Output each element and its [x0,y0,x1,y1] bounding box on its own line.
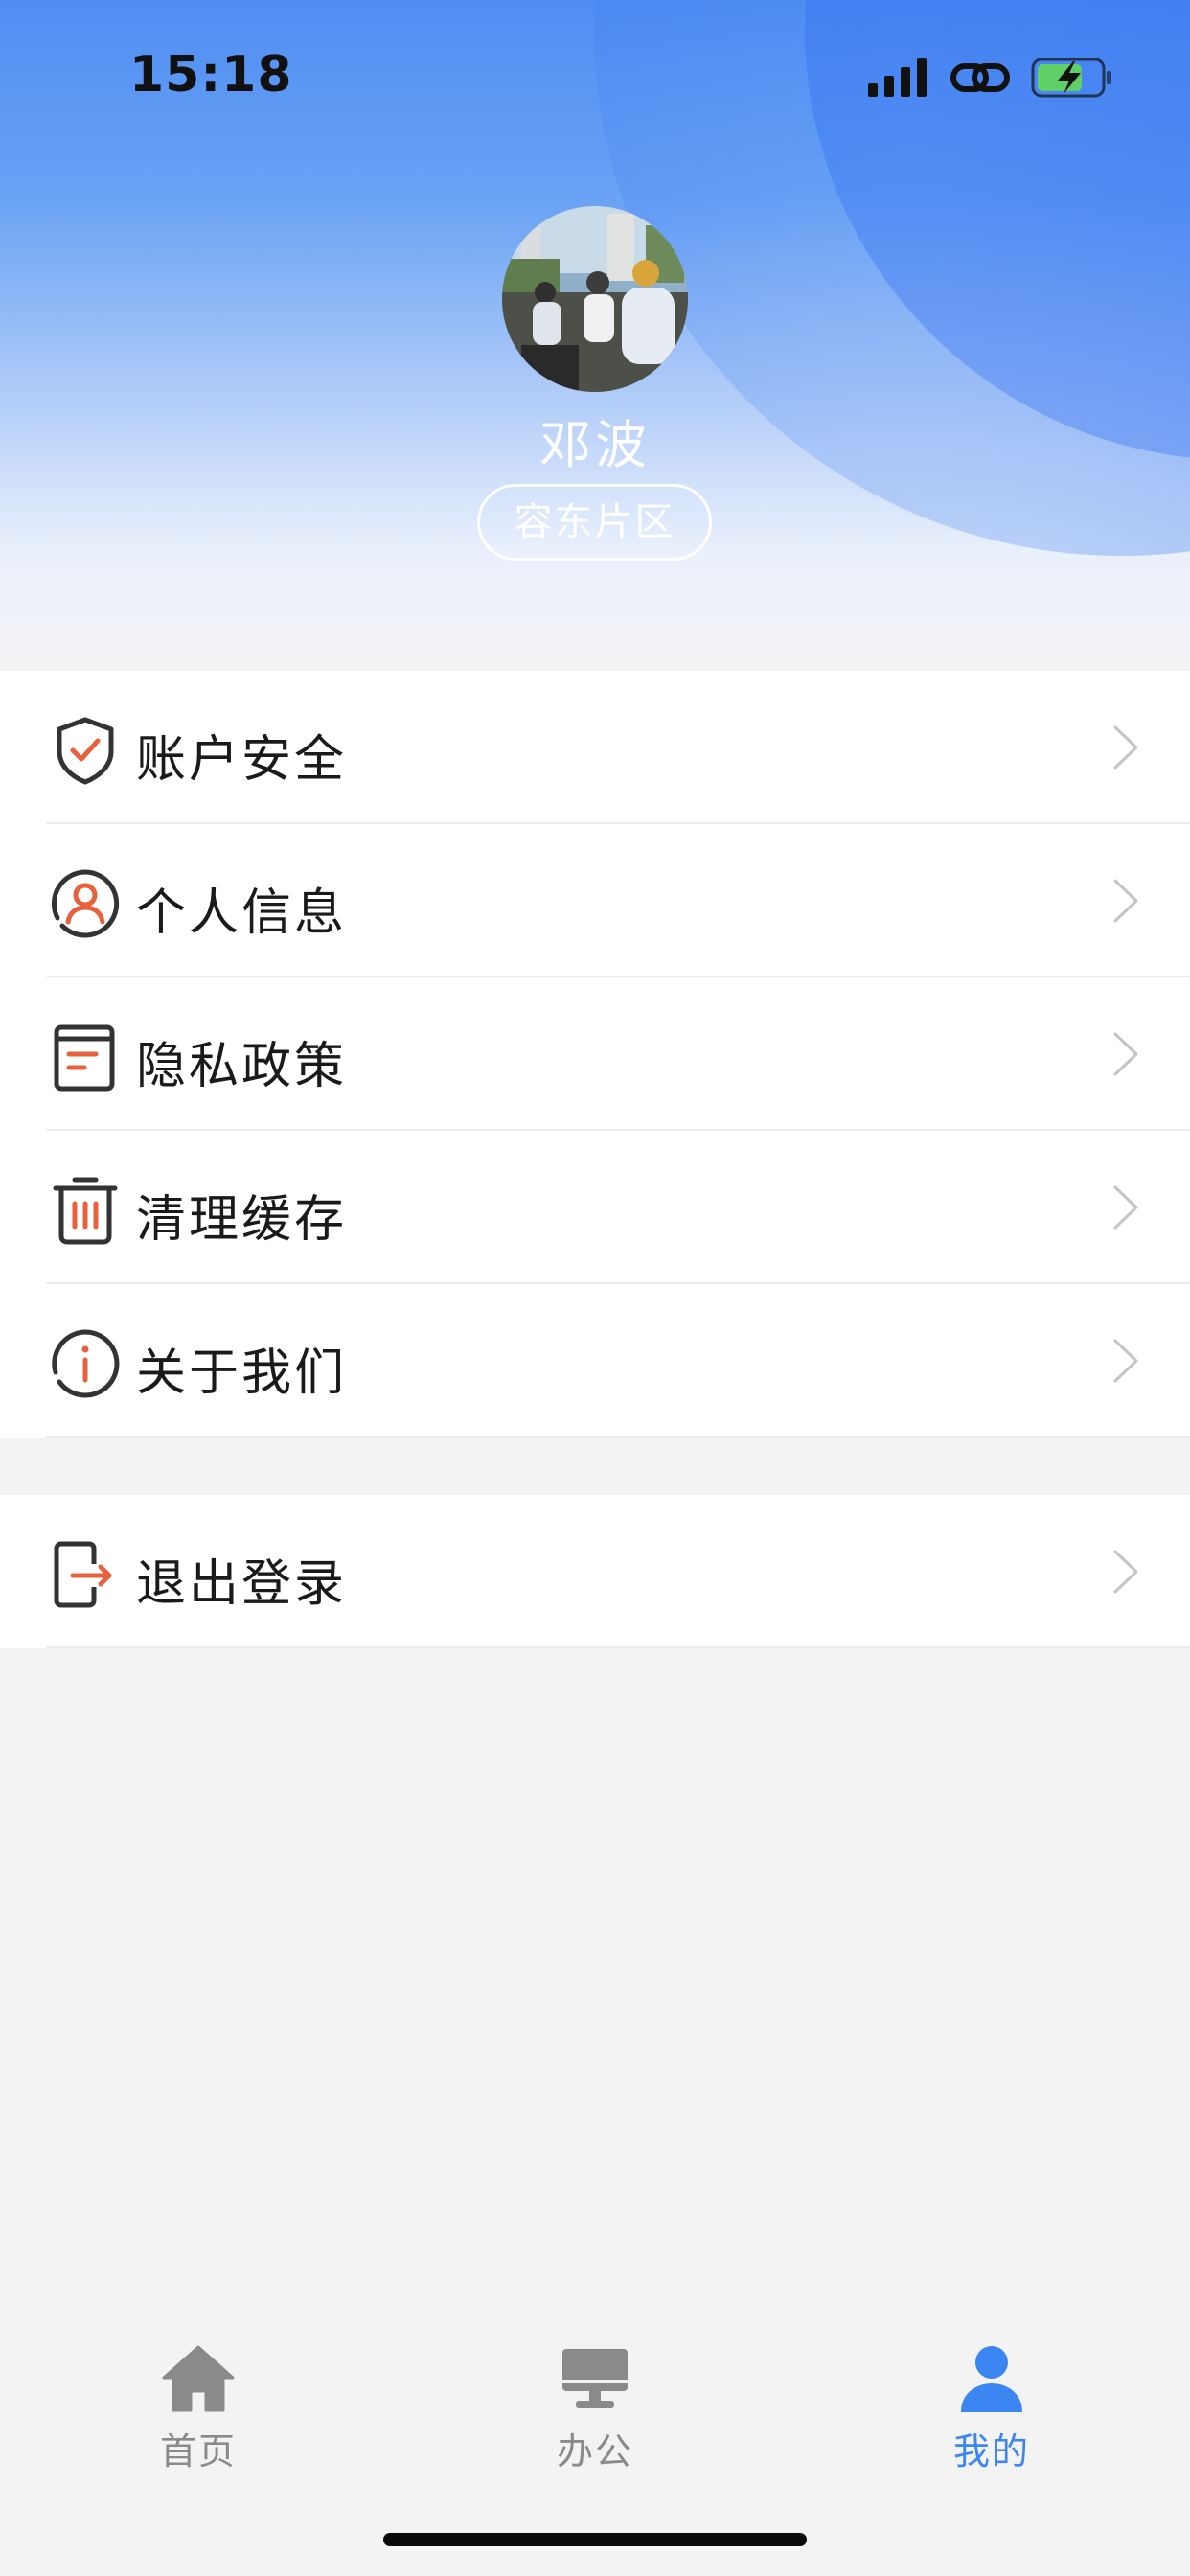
status-time: 15:18 [129,46,293,104]
user-icon [961,2346,1022,2412]
logout-menu: 退出登录 [0,1495,1190,1648]
tab-label: 我的 [952,2430,1030,2472]
trash-icon [53,1177,118,1245]
avatar[interactable] [502,206,688,392]
menu-item-clear-cache[interactable]: 清理缓存 [0,1131,1190,1284]
shield-check-icon [57,717,114,785]
chevron-right-icon [1113,725,1138,770]
menu-item-label: 个人信息 [136,885,348,942]
chevron-right-icon [1113,879,1138,923]
menu-item-label: 清理缓存 [136,1191,348,1249]
chevron-right-icon [1113,1550,1138,1594]
menu-item-label: 退出登录 [136,1555,348,1613]
logout-icon [54,1541,112,1608]
chevron-right-icon [1113,1185,1138,1230]
status-bar: 15:18 [0,0,1190,144]
menu-item-label: 隐私政策 [136,1038,348,1095]
menu-item-privacy-policy[interactable]: 隐私政策 [0,978,1190,1131]
tab-office[interactable]: 办公 [397,2314,793,2506]
signal-icon [868,58,927,97]
tab-home[interactable]: 首页 [0,2314,397,2506]
region-badge[interactable]: 容东片区 [477,484,712,561]
chevron-right-icon [1113,1339,1138,1383]
menu-item-personal-info[interactable]: 个人信息 [0,824,1190,978]
user-name: 邓波 [539,415,651,475]
document-icon [54,1024,115,1092]
menu-item-logout[interactable]: 退出登录 [0,1495,1190,1648]
tab-mine[interactable]: 我的 [793,2314,1190,2506]
menu-item-label: 关于我们 [136,1345,348,1402]
user-circle-icon [51,869,120,938]
home-icon [162,2345,235,2412]
avatar-photo [502,206,688,392]
info-circle-icon [52,1329,120,1398]
tab-label: 首页 [159,2430,237,2472]
status-icons [868,54,1113,102]
settings-menu: 账户安全 个人信息 隐私政策 清理缓存 关于我们 [0,671,1190,1438]
chevron-right-icon [1113,1032,1138,1076]
tab-label: 办公 [556,2430,633,2472]
tab-bar: 首页 办公 我的 [0,2314,1190,2506]
link-icon [950,63,1010,92]
monitor-icon [562,2349,628,2408]
home-indicator[interactable] [383,2533,807,2546]
menu-item-account-security[interactable]: 账户安全 [0,671,1190,824]
menu-item-about-us[interactable]: 关于我们 [0,1284,1190,1438]
battery-charging-icon [1031,58,1111,98]
menu-item-label: 账户安全 [136,731,348,789]
